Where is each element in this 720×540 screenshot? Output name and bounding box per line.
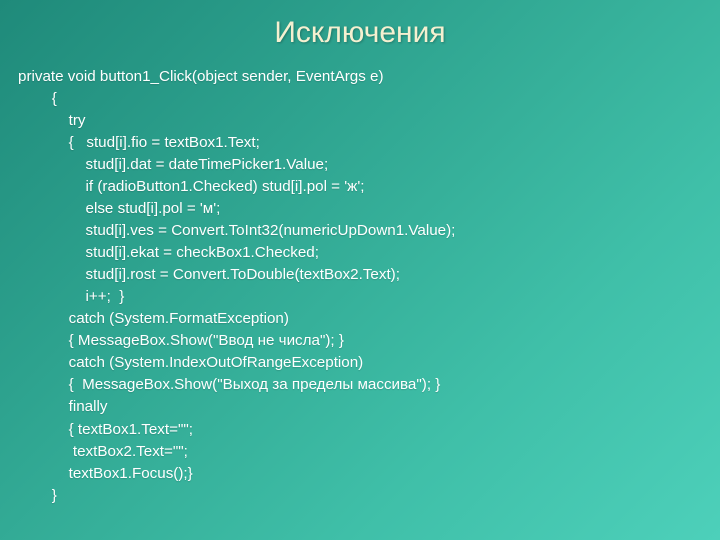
slide: Исключения private void button1_Click(ob… <box>0 0 720 540</box>
slide-title: Исключения <box>18 16 702 50</box>
code-block: private void button1_Click(object sender… <box>18 66 702 507</box>
